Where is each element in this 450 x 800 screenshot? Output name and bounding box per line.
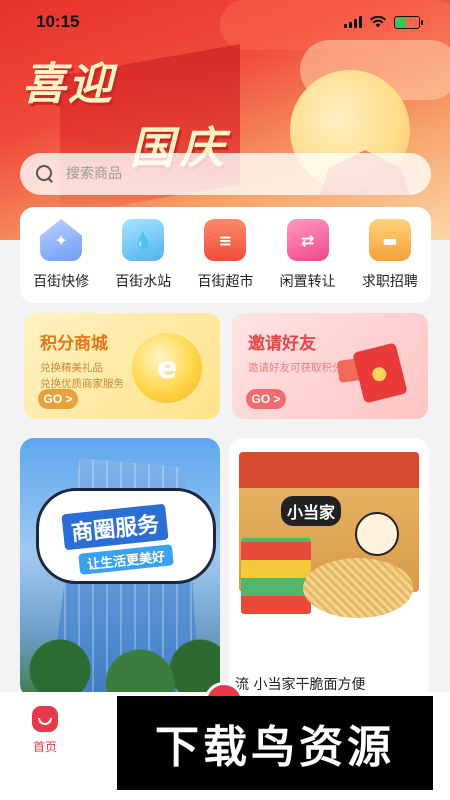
service-label: 百街水站 bbox=[115, 274, 172, 290]
invite-go-button[interactable]: GO > bbox=[246, 389, 286, 409]
product-card[interactable]: 小当家 流 小当家干脆面方便 bbox=[229, 438, 429, 698]
service-label: 百街超市 bbox=[197, 274, 254, 290]
product-caption: 流 小当家干脆面方便 bbox=[235, 677, 366, 693]
box-lid bbox=[239, 452, 419, 488]
service-label: 求职招聘 bbox=[361, 274, 418, 290]
mascot-face-icon bbox=[355, 512, 399, 556]
service-water-station[interactable]: 💧 百街水站 bbox=[105, 219, 181, 291]
home-icon bbox=[32, 706, 58, 732]
search-bar[interactable] bbox=[20, 153, 431, 195]
product-brand: 小当家 bbox=[281, 496, 342, 526]
status-time: 10:15 bbox=[36, 12, 80, 31]
cellular-signal-icon bbox=[344, 16, 362, 28]
water-bottle-icon: 💧 bbox=[122, 219, 165, 261]
business-circle-card[interactable]: 商圈服务 让生活更美好 bbox=[20, 438, 220, 698]
tab-home[interactable]: 首页 bbox=[22, 706, 68, 755]
service-label: 百街快修 bbox=[33, 274, 90, 290]
points-mall-card[interactable]: 积分商城 兑换精美礼品 兑换优质商家服务 GO > e bbox=[24, 313, 220, 419]
business-title: 商圈服务 bbox=[61, 503, 169, 551]
service-quick-repair[interactable]: ✦ 百街快修 bbox=[23, 219, 99, 291]
status-icons bbox=[344, 15, 423, 29]
search-input[interactable] bbox=[66, 166, 366, 182]
status-bar: 10:15 bbox=[0, 0, 450, 44]
battery-icon bbox=[394, 15, 423, 29]
briefcase-icon: ▬ bbox=[368, 219, 411, 261]
service-supermarket[interactable]: ≡ 百街超市 bbox=[187, 219, 263, 291]
points-go-button[interactable]: GO > bbox=[38, 389, 78, 409]
service-secondhand[interactable]: ⇄ 闲置转让 bbox=[270, 219, 346, 291]
speech-bubble: 商圈服务 让生活更美好 bbox=[36, 488, 216, 584]
watermark-overlay: 下载鸟资源 bbox=[117, 696, 433, 790]
service-label: 闲置转让 bbox=[279, 274, 336, 290]
trees-illustration bbox=[20, 628, 220, 698]
business-subtitle: 让生活更美好 bbox=[78, 544, 174, 575]
tab-home-label: 首页 bbox=[32, 740, 57, 754]
services-panel: ✦ 百街快修 💧 百街水站 ≡ 百街超市 ⇄ 闲置转让 ▬ 求职招聘 bbox=[20, 207, 431, 303]
swap-arrows-icon: ⇄ bbox=[286, 219, 329, 261]
noodle-image bbox=[303, 558, 413, 618]
search-icon bbox=[36, 165, 54, 183]
shopping-basket-icon: ≡ bbox=[204, 219, 247, 261]
invite-friends-card[interactable]: 邀请好友 邀请好友可获取积分 GO > bbox=[232, 313, 428, 419]
wifi-icon bbox=[370, 16, 386, 28]
wrench-house-icon: ✦ bbox=[40, 219, 83, 261]
invite-title: 邀请好友 bbox=[248, 334, 316, 354]
banner-title-line1: 喜迎 bbox=[22, 59, 114, 110]
snack-packs-image bbox=[241, 538, 311, 614]
coin-icon: e bbox=[132, 333, 202, 403]
service-jobs[interactable]: ▬ 求职招聘 bbox=[352, 219, 428, 291]
